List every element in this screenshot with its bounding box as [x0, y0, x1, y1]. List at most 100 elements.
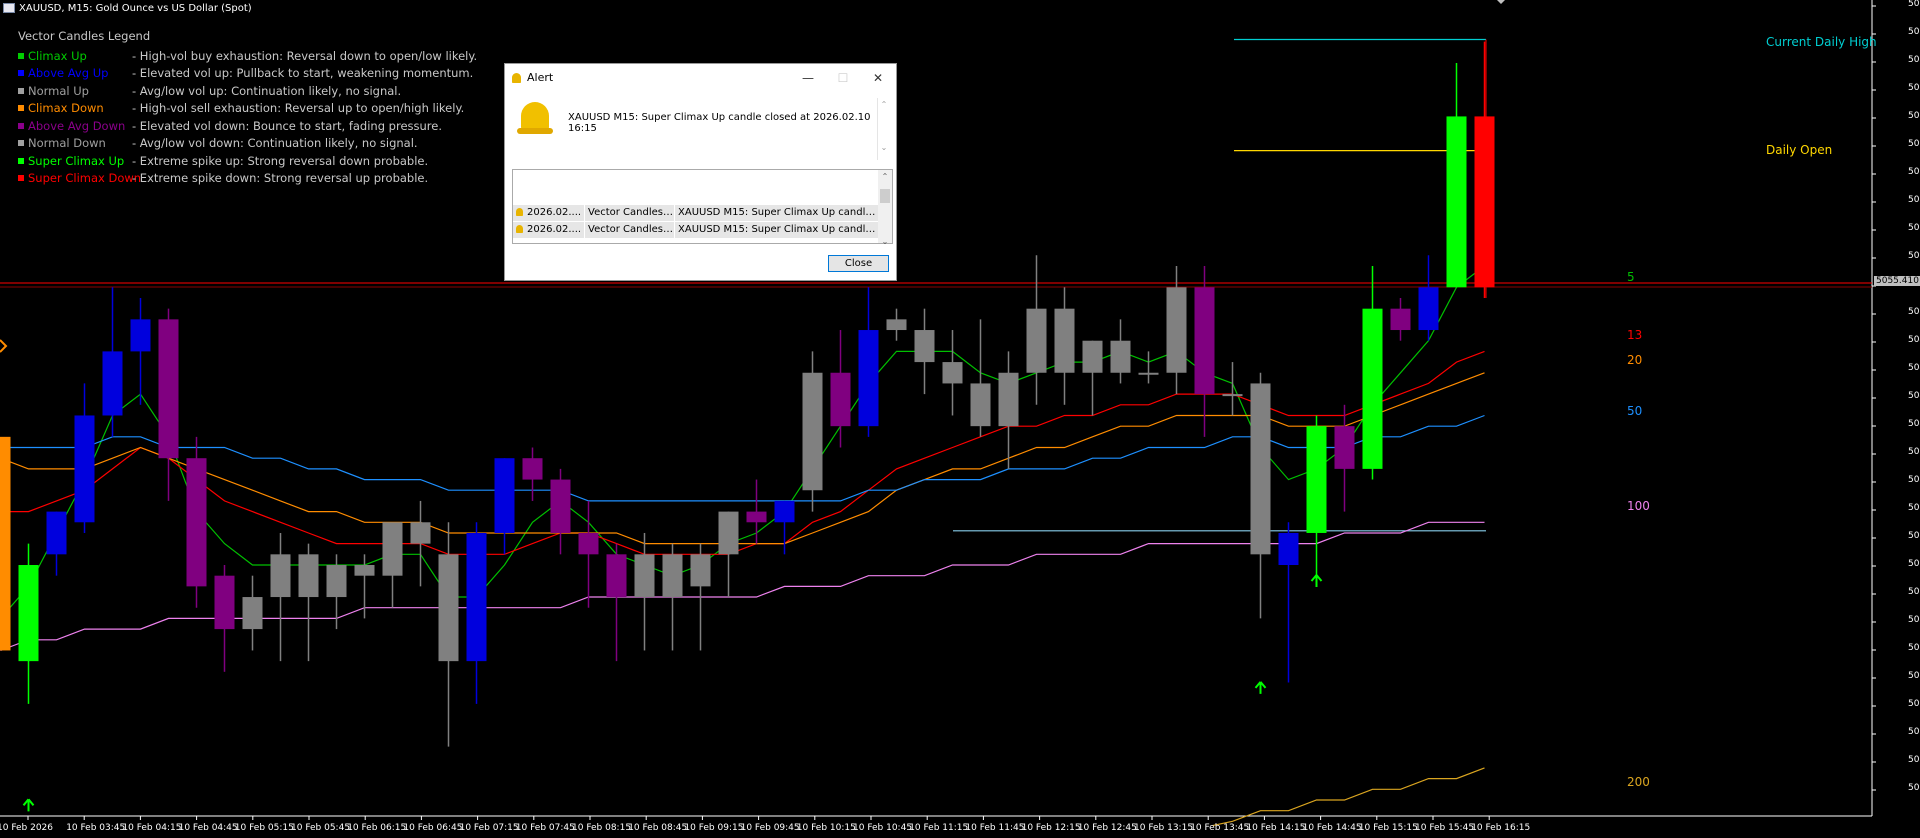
time-axis-label: 10 Feb 15:15	[1358, 823, 1418, 833]
list-item[interactable]: 2026.02.... Vector Candles I... XAUUSD M15…	[513, 205, 878, 221]
ma-label-50: 50	[1627, 404, 1643, 418]
candle-body	[130, 319, 151, 352]
legend-heading: Vector Candles Legend	[18, 29, 151, 43]
price-axis-label: 5019.970	[1908, 643, 1920, 653]
candle-body	[1166, 287, 1187, 373]
alert-dialog[interactable]: Alert — ☐ ✕ XAUUSD M15: Super Climax Up …	[504, 63, 897, 281]
time-axis-label: 10 Feb 05:15	[234, 823, 294, 833]
candle-body	[438, 554, 459, 662]
time-axis-label: 10 Feb 10:15	[796, 823, 856, 833]
time-axis-label: 10 Feb 09:45	[740, 823, 800, 833]
legend-swatch-icon	[18, 105, 24, 111]
price-axis-label: 5017.280	[1908, 671, 1920, 681]
legend-swatch-icon	[18, 87, 24, 94]
candle-body	[494, 458, 515, 533]
legend-item: Super Climax Up - Extreme spike up: Stron…	[18, 153, 477, 171]
legend-item-name: Super Climax Down	[28, 171, 142, 185]
time-axis-label: 10 Feb 2026	[0, 823, 54, 833]
time-axis-label: 10 Feb 04:45	[178, 823, 238, 833]
time-axis-label: 10 Feb 16:15	[1471, 823, 1531, 833]
list-scrollbar[interactable]: ⌃ ⌄	[878, 170, 892, 246]
ma-label-5: 5	[1627, 270, 1635, 284]
time-axis-label: 10 Feb 05:45	[291, 823, 351, 833]
candle-body	[1194, 287, 1215, 395]
candle-body	[522, 458, 543, 480]
price-axis-label: 5033.420	[1908, 503, 1920, 513]
message-scrollbar[interactable]: ⌃ ⌄	[877, 98, 890, 160]
price-axis-label: 5073.760	[1908, 83, 1920, 93]
price-axis-label: 5076.460	[1908, 55, 1920, 65]
legend-item-desc: - Avg/low vol up: Continuation likely, n…	[132, 83, 402, 98]
bell-icon	[516, 225, 523, 233]
time-axis-label: 10 Feb 14:45	[1302, 823, 1362, 833]
candle-body	[1222, 394, 1243, 397]
price-axis-label: 5030.730	[1908, 531, 1920, 541]
ma-label-20: 20	[1627, 353, 1643, 367]
alert-row-message: XAUUSD M15: Super Climax Up candle close…	[678, 224, 878, 235]
current-price-tag: 5055.410	[1874, 276, 1920, 286]
candle-body	[382, 522, 403, 576]
candle-body	[46, 511, 67, 555]
candle-body	[1334, 426, 1355, 469]
price-axis-label: 5009.210	[1908, 755, 1920, 765]
candle-body	[578, 532, 599, 555]
legend-item-name: Normal Down	[28, 136, 106, 150]
alert-row-message: XAUUSD M15: Super Climax Up candle close…	[678, 207, 878, 218]
alert-history-list[interactable]: 2026.02.... Vector Candles I... XAUUSD M15…	[512, 169, 893, 246]
price-axis-label: 5006.520	[1908, 783, 1920, 793]
candle-body	[998, 372, 1019, 427]
price-axis-label: 5022.660	[1908, 615, 1920, 625]
candle-body	[774, 500, 795, 523]
legend-item-name: Above Avg Up	[28, 66, 109, 80]
legend-item-desc: - High-vol sell exhaustion: Reversal up …	[132, 101, 465, 115]
legend-item-name: Normal Up	[28, 83, 89, 98]
candle-body	[1250, 383, 1271, 555]
time-axis-label: 10 Feb 12:15	[1021, 823, 1081, 833]
legend-item-desc: - Extreme spike down: Strong reversal up…	[132, 171, 429, 185]
minimize-button[interactable]: —	[792, 64, 824, 92]
time-axis-label: 10 Feb 09:15	[684, 823, 744, 833]
candle-body	[1390, 308, 1411, 331]
candle-body	[858, 330, 879, 427]
candle-body	[662, 554, 683, 598]
candle-body	[354, 565, 375, 576]
candle-body	[466, 532, 487, 662]
candle-body	[718, 511, 739, 555]
legend-item: Normal Down - Avg/low vol down: Continuat…	[18, 135, 477, 153]
list-item[interactable]: 2026.02.... Vector Candles I... XAUUSD M15…	[513, 222, 878, 238]
price-axis-label: 5036.110	[1908, 475, 1920, 485]
candle-body	[270, 554, 291, 598]
candle-body	[1054, 308, 1075, 373]
legend-item-desc: - Avg/low vol down: Continuation likely,…	[132, 136, 418, 150]
time-axis-label: 10 Feb 07:45	[515, 823, 575, 833]
candle-body	[102, 351, 123, 416]
legend-item-desc: - Extreme spike up: Strong reversal down…	[132, 153, 429, 168]
price-axis-label: 5052.250	[1908, 307, 1920, 317]
price-axis-label: 5041.490	[1908, 419, 1920, 429]
legend-item-desc: - Elevated vol down: Bounce to start, fa…	[132, 118, 443, 133]
candle-body	[410, 522, 431, 544]
candle-body	[18, 565, 39, 662]
price-axis-label: 5081.040	[1908, 0, 1920, 9]
ma-label-100: 100	[1627, 499, 1650, 513]
legend-swatch-icon	[18, 157, 24, 164]
legend-item: Above Avg Down - Elevated vol down: Bounc…	[18, 118, 477, 136]
candle-body	[914, 330, 935, 363]
time-axis-label: 10 Feb 06:45	[403, 823, 463, 833]
alert-titlebar[interactable]: Alert — ☐ ✕	[505, 64, 896, 92]
price-axis-label: 5011.900	[1908, 727, 1920, 737]
time-axis-label: 10 Feb 11:15	[909, 823, 969, 833]
close-icon[interactable]: ✕	[862, 64, 894, 92]
close-button[interactable]: Close	[828, 255, 889, 272]
ma-200-line	[1212, 767, 1485, 827]
candle-body	[942, 362, 963, 384]
maximize-button[interactable]: ☐	[827, 64, 859, 92]
price-axis-label: 5060.320	[1908, 223, 1920, 233]
candle-body	[550, 479, 571, 533]
candle-body	[242, 597, 263, 630]
bell-icon	[512, 73, 521, 83]
orange-marker-icon	[0, 339, 8, 353]
candle-body	[802, 372, 823, 491]
candle-body	[158, 319, 179, 459]
legend-item: Normal Up - Avg/low vol up: Continuation …	[18, 83, 477, 101]
